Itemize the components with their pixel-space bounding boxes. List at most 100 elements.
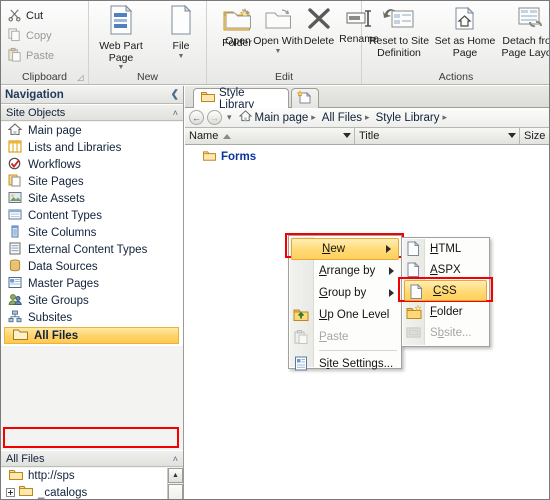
- ribbon-paste-button[interactable]: Paste: [5, 46, 83, 65]
- scroll-thumb[interactable]: [168, 484, 183, 499]
- submenu-html-item[interactable]: HTML: [402, 238, 489, 259]
- sidebar-item-data-sources[interactable]: Data Sources: [1, 258, 183, 275]
- section-title-all-files: All Files: [6, 452, 45, 465]
- sidebar-label-external-content-types: External Content Types: [28, 243, 148, 256]
- sidebar-item-content-types[interactable]: Content Types: [1, 207, 183, 224]
- submenu-subsite-item[interactable]: Sbsite...: [402, 322, 489, 343]
- context-menu-arrange-by-item[interactable]: Arrange by: [289, 260, 401, 282]
- filter-dropdown-icon[interactable]: [343, 133, 351, 138]
- breadcrumb-separator-icon: ▸: [311, 112, 316, 122]
- tab-new-page[interactable]: [291, 88, 319, 108]
- tab-label-style-library: Style Library: [219, 86, 255, 111]
- ribbon-group-label-clipboard: Clipboard: [22, 71, 67, 83]
- ribbon-cut-label: Cut: [26, 9, 44, 22]
- sidebar-item-subsites[interactable]: Subsites: [1, 309, 183, 326]
- back-button[interactable]: ←: [189, 110, 204, 125]
- new-page-icon: [296, 90, 312, 107]
- chevron-down-icon[interactable]: ▼: [118, 64, 125, 71]
- expand-icon[interactable]: [6, 488, 15, 498]
- column-header-size[interactable]: Size: [520, 128, 549, 144]
- breadcrumb-item-style-library[interactable]: Style Library: [376, 112, 440, 124]
- sidebar-item-workflows[interactable]: Workflows: [1, 156, 183, 173]
- context-menu-group-by-item[interactable]: Group by: [289, 282, 401, 304]
- tab-style-library[interactable]: Style Library: [193, 86, 289, 111]
- ribbon-file-label: File: [172, 40, 190, 52]
- ribbon-reset-site-definition-button[interactable]: Reset to Site Definition: [364, 5, 434, 59]
- submenu-aspx-item[interactable]: ASPX: [402, 259, 489, 280]
- sidebar-label-site-pages: Site Pages: [28, 175, 84, 188]
- section-header-site-objects[interactable]: Site Objects ˄: [1, 104, 183, 121]
- tree-row-catalogs[interactable]: _catalogs: [1, 485, 183, 500]
- forward-button[interactable]: →: [207, 110, 222, 125]
- ribbon-group-clipboard: Cut Copy Paste Clipboard ◿: [1, 1, 89, 84]
- ribbon-group-label-actions: Actions: [438, 71, 474, 83]
- site-columns-icon: [8, 225, 22, 241]
- collapse-chevron-icon[interactable]: ❮: [171, 89, 179, 100]
- submenu-subsite-label: Sbsite...: [430, 326, 472, 339]
- site-objects-list: Main page Lists and Libraries Workflows …: [1, 122, 183, 346]
- sidebar-item-main-page[interactable]: Main page: [1, 122, 183, 139]
- clipboard-dialog-launcher-icon[interactable]: ◿: [76, 73, 85, 82]
- workflows-icon: [8, 157, 22, 173]
- ribbon-group-label-edit: Edit: [274, 71, 294, 83]
- navigation-title: Navigation: [5, 88, 64, 101]
- scissors-icon: [7, 7, 22, 25]
- ribbon-file-button[interactable]: File ▼: [151, 4, 211, 60]
- file-list-column-headers: Name Title Size: [185, 128, 549, 145]
- chevron-down-icon[interactable]: ▼: [178, 53, 185, 60]
- sidebar-item-all-files[interactable]: All Files: [4, 327, 179, 344]
- ribbon-reset-site-definition-label: Reset to Site Definition: [368, 35, 430, 59]
- ribbon-copy-button[interactable]: Copy: [5, 26, 83, 45]
- section-header-all-files[interactable]: All Files ˄: [1, 450, 183, 467]
- folder-icon: [203, 150, 216, 165]
- breadcrumb-item-main-page[interactable]: Main page: [255, 112, 309, 124]
- sidebar-item-site-pages[interactable]: Site Pages: [1, 173, 183, 190]
- column-header-title[interactable]: Title: [355, 128, 520, 144]
- content-types-icon: [8, 208, 22, 224]
- sidebar-label-site-columns: Site Columns: [28, 226, 97, 239]
- all-files-folder-icon: [13, 328, 28, 343]
- column-label-title: Title: [359, 130, 380, 142]
- filter-dropdown-icon[interactable]: [508, 133, 516, 138]
- context-menu-up-one-level-item[interactable]: Up One Level: [289, 304, 401, 326]
- sidebar-label-site-assets: Site Assets: [28, 192, 85, 205]
- sidebar-item-site-assets[interactable]: Site Assets: [1, 190, 183, 207]
- submenu-css-item[interactable]: CSS: [404, 280, 487, 301]
- sidebar-item-site-columns[interactable]: Site Columns: [1, 224, 183, 241]
- sidebar-label-workflows: Workflows: [28, 158, 81, 171]
- context-menu-paste-label: Paste: [319, 331, 349, 343]
- tree-row-root[interactable]: http://sps: [1, 468, 183, 485]
- ribbon-detach-page-layout-button[interactable]: Detach from Page Layout: [496, 5, 549, 59]
- context-menu-paste-item[interactable]: Paste: [289, 326, 401, 348]
- chevron-down-icon[interactable]: ▼: [275, 48, 282, 55]
- submenu-folder-item[interactable]: Folder: [402, 301, 489, 322]
- sidebar-item-site-groups[interactable]: Site Groups: [1, 292, 183, 309]
- page-icon: [406, 240, 420, 259]
- highlight-all-files-sidebar-item: [3, 427, 179, 448]
- chevron-up-icon[interactable]: ˄: [173, 108, 178, 118]
- context-menu: New Arrange by Group by Up One Level Pas…: [288, 235, 402, 371]
- ribbon-web-part-page-button[interactable]: Web Part Page ▼: [91, 4, 151, 71]
- breadcrumb-separator-icon: ▸: [365, 112, 370, 122]
- table-row[interactable]: Forms: [203, 149, 256, 165]
- sidebar-item-external-content-types[interactable]: External Content Types: [1, 241, 183, 258]
- tree-scrollbar[interactable]: ▲ ▼: [167, 468, 183, 499]
- ribbon-copy-label: Copy: [26, 29, 52, 42]
- chevron-up-icon[interactable]: ˄: [173, 454, 178, 464]
- sidebar-item-lists-and-libraries[interactable]: Lists and Libraries: [1, 139, 183, 156]
- submenu-arrow-icon: [389, 289, 394, 297]
- scroll-up-button[interactable]: ▲: [168, 468, 183, 483]
- column-header-name[interactable]: Name: [185, 128, 355, 144]
- context-menu-site-settings-item[interactable]: Site Settings...: [289, 353, 401, 375]
- sharepoint-designer-window: Cut Copy Paste Clipboard ◿ Web Part Page…: [0, 0, 550, 500]
- context-menu-new-item[interactable]: New: [291, 238, 399, 260]
- copy-icon: [7, 27, 22, 45]
- ribbon-group-edit: Open Open With ▼ Delete Rename Edit: [207, 1, 379, 84]
- ribbon-set-home-page-button[interactable]: Set as Home Page: [434, 5, 496, 59]
- site-pages-icon: [8, 174, 22, 190]
- sidebar-item-master-pages[interactable]: Master Pages: [1, 275, 183, 292]
- master-pages-icon: [8, 276, 22, 292]
- ribbon-cut-button[interactable]: Cut: [5, 6, 83, 25]
- breadcrumb-item-all-files[interactable]: All Files: [322, 112, 362, 124]
- history-dropdown-icon[interactable]: ▾: [227, 112, 232, 123]
